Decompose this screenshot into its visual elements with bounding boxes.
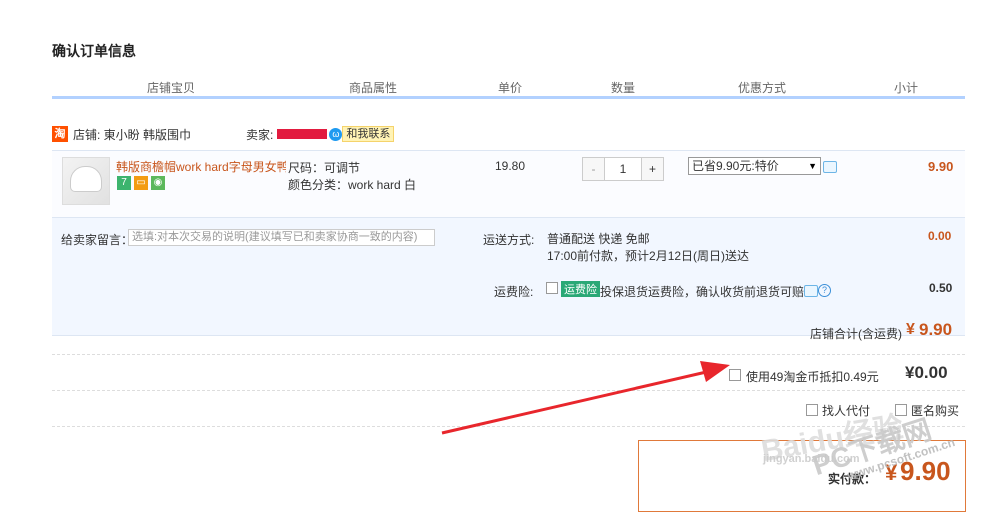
header-shop-item: 店铺宝贝 xyxy=(147,81,196,95)
discount-selected-value: 已省9.90元:特价 xyxy=(692,159,779,173)
guarantee-icon: ◉ xyxy=(151,176,165,190)
quantity-decrease-button[interactable]: - xyxy=(583,158,604,180)
insurance-cost: 0.50 xyxy=(929,281,953,295)
wangwang-icon: ω xyxy=(329,127,343,141)
table-header: 店铺宝贝 商品属性 单价 数量 优惠方式 小计 xyxy=(52,76,965,99)
taobao-shop-icon: 淘 xyxy=(52,126,68,142)
item-name-link[interactable]: 韩版商檐帽work hard字母男女鸭... xyxy=(116,158,286,175)
contact-seller-button[interactable]: ω 和我联系 xyxy=(329,126,395,142)
credit-card-icon: ▭ xyxy=(134,176,148,190)
item-color: 颜色分类：work hard 白 xyxy=(288,178,417,192)
page-title: 确认订单信息 xyxy=(52,43,136,59)
header-unit-price: 单价 xyxy=(498,81,523,95)
contact-seller-label: 和我联系 xyxy=(342,126,395,142)
seller-message-input[interactable]: 选填:对本次交易的说明(建议填写已和卖家协商一致的内容) xyxy=(128,229,435,246)
seven-day-return-icon: 7 xyxy=(117,176,131,190)
insurance-text: 投保退货运费险，确认收货前退货可赔... xyxy=(600,285,815,299)
insurance-label: 运费险: xyxy=(494,285,534,299)
chevron-down-icon: ▼ xyxy=(808,161,817,171)
discount-comment-icon[interactable] xyxy=(823,161,837,173)
discount-select[interactable]: 已省9.90元:特价 ▼ xyxy=(688,157,821,175)
annotation-arrow-icon xyxy=(441,361,730,435)
header-subtotal: 小计 xyxy=(894,81,919,95)
item-badges: 7 ▭ ◉ xyxy=(117,176,165,190)
item-size: 尺码：可调节 xyxy=(288,161,361,175)
shop-line: 淘 店铺: 東小盼 韩版围巾 卖家: ω 和我联系 xyxy=(52,124,395,144)
header-discount: 优惠方式 xyxy=(738,81,787,95)
shipping-method: 普通配送 快递 免邮 xyxy=(547,232,650,246)
quantity-stepper: - 1 + xyxy=(582,157,664,181)
seller-name-redacted xyxy=(277,129,328,139)
insurance-tag: 运费险 xyxy=(561,281,600,297)
quantity-input[interactable]: 1 xyxy=(604,158,642,180)
header-attributes: 商品属性 xyxy=(349,81,398,95)
hat-image-icon xyxy=(70,166,102,192)
help-icon[interactable]: ? xyxy=(818,284,831,297)
friend-pay-checkbox[interactable] xyxy=(806,404,818,416)
shipping-label: 运送方式: xyxy=(483,233,535,247)
item-subtotal: 9.90 xyxy=(928,159,954,174)
item-price: 19.80 xyxy=(495,159,526,173)
message-label: 给卖家留言： xyxy=(61,233,134,247)
coins-amount: ¥0.00 xyxy=(905,363,948,382)
shipping-eta: 17:00前付款，预计2月12日(周日)送达 xyxy=(547,249,750,263)
shop-total-currency: ¥ xyxy=(906,321,915,338)
shop-name[interactable]: 店铺: 東小盼 韩版围巾 xyxy=(73,126,191,143)
divider xyxy=(52,354,965,355)
insurance-comment-icon[interactable] xyxy=(804,285,818,297)
seller-label: 卖家: xyxy=(246,127,274,142)
quantity-increase-button[interactable]: + xyxy=(642,158,663,180)
shipping-cost: 0.00 xyxy=(928,229,952,243)
coins-label: 使用49淘金币抵扣0.49元 xyxy=(746,370,879,384)
shop-total-value: 9.90 xyxy=(919,320,953,339)
insurance-checkbox[interactable] xyxy=(546,282,558,294)
header-quantity: 数量 xyxy=(611,81,636,95)
shop-total-label: 店铺合计(含运费) xyxy=(810,327,902,341)
